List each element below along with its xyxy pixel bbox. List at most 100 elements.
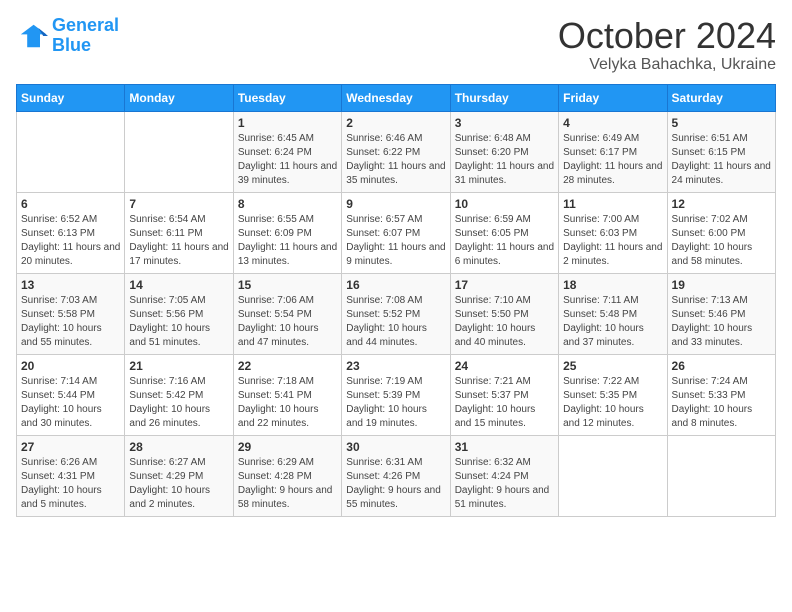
calendar-cell: 4Sunrise: 6:49 AM Sunset: 6:17 PM Daylig… [559, 111, 667, 192]
day-info: Sunrise: 7:08 AM Sunset: 5:52 PM Dayligh… [346, 294, 445, 350]
day-info: Sunrise: 7:13 AM Sunset: 5:46 PM Dayligh… [672, 294, 771, 350]
calendar-cell: 28 Sunrise: 6:27 AM Sunset: 4:29 PM Dayli… [125, 435, 233, 516]
header-cell-tuesday: Tuesday [233, 84, 341, 111]
logo-icon [16, 20, 48, 52]
day-number: 15 [238, 278, 337, 292]
day-info: Sunrise: 6:32 AM Sunset: 4:24 PM Dayligh… [455, 456, 554, 512]
header-cell-friday: Friday [559, 84, 667, 111]
calendar-cell [17, 111, 125, 192]
day-number: 6 [21, 197, 120, 211]
day-number: 16 [346, 278, 445, 292]
day-number: 8 [238, 197, 337, 211]
day-info: Sunrise: 6:27 AM Sunset: 4:29 PM Dayligh… [129, 456, 228, 512]
title-block: October 2024 Velyka Bahachka, Ukraine [558, 16, 776, 74]
calendar-cell: 18Sunrise: 7:11 AM Sunset: 5:48 PM Dayli… [559, 273, 667, 354]
day-info: Sunrise: 7:03 AM Sunset: 5:58 PM Dayligh… [21, 294, 120, 350]
calendar-cell: 11Sunrise: 7:00 AM Sunset: 6:03 PM Dayli… [559, 192, 667, 273]
calendar-cell: 5 Sunrise: 6:51 AM Sunset: 6:15 PM Daylig… [667, 111, 775, 192]
day-info: Sunrise: 7:05 AM Sunset: 5:56 PM Dayligh… [129, 294, 228, 350]
day-number: 26 [672, 359, 771, 373]
day-number: 19 [672, 278, 771, 292]
calendar-cell [559, 435, 667, 516]
day-info: Sunrise: 6:29 AM Sunset: 4:28 PM Dayligh… [238, 456, 337, 512]
week-row-2: 6Sunrise: 6:52 AM Sunset: 6:13 PM Daylig… [17, 192, 776, 273]
calendar-cell: 2 Sunrise: 6:46 AM Sunset: 6:22 PM Daylig… [342, 111, 450, 192]
day-info: Sunrise: 7:16 AM Sunset: 5:42 PM Dayligh… [129, 375, 228, 431]
day-number: 24 [455, 359, 554, 373]
day-number: 23 [346, 359, 445, 373]
header: General Blue October 2024 Velyka Bahachk… [16, 16, 776, 74]
calendar-header: SundayMondayTuesdayWednesdayThursdayFrid… [17, 84, 776, 111]
calendar-cell: 9Sunrise: 6:57 AM Sunset: 6:07 PM Daylig… [342, 192, 450, 273]
day-info: Sunrise: 6:51 AM Sunset: 6:15 PM Dayligh… [672, 132, 771, 188]
calendar-cell: 10Sunrise: 6:59 AM Sunset: 6:05 PM Dayli… [450, 192, 558, 273]
calendar-cell: 6Sunrise: 6:52 AM Sunset: 6:13 PM Daylig… [17, 192, 125, 273]
calendar-cell: 23Sunrise: 7:19 AM Sunset: 5:39 PM Dayli… [342, 354, 450, 435]
day-number: 21 [129, 359, 228, 373]
day-number: 9 [346, 197, 445, 211]
day-info: Sunrise: 6:49 AM Sunset: 6:17 PM Dayligh… [563, 132, 662, 188]
day-info: Sunrise: 7:06 AM Sunset: 5:54 PM Dayligh… [238, 294, 337, 350]
calendar-cell: 26 Sunrise: 7:24 AM Sunset: 5:33 PM Dayli… [667, 354, 775, 435]
day-number: 31 [455, 440, 554, 454]
calendar-cell: 14 Sunrise: 7:05 AM Sunset: 5:56 PM Dayli… [125, 273, 233, 354]
week-row-1: 1Sunrise: 6:45 AM Sunset: 6:24 PM Daylig… [17, 111, 776, 192]
logo: General Blue [16, 16, 119, 56]
day-number: 5 [672, 116, 771, 130]
header-cell-wednesday: Wednesday [342, 84, 450, 111]
calendar-cell: 1Sunrise: 6:45 AM Sunset: 6:24 PM Daylig… [233, 111, 341, 192]
calendar-cell: 31 Sunrise: 6:32 AM Sunset: 4:24 PM Dayli… [450, 435, 558, 516]
day-info: Sunrise: 6:54 AM Sunset: 6:11 PM Dayligh… [129, 213, 228, 269]
calendar-cell: 7 Sunrise: 6:54 AM Sunset: 6:11 PM Daylig… [125, 192, 233, 273]
day-number: 3 [455, 116, 554, 130]
calendar-cell: 13 Sunrise: 7:03 AM Sunset: 5:58 PM Dayli… [17, 273, 125, 354]
header-cell-saturday: Saturday [667, 84, 775, 111]
week-row-3: 13 Sunrise: 7:03 AM Sunset: 5:58 PM Dayli… [17, 273, 776, 354]
day-number: 11 [563, 197, 662, 211]
day-number: 14 [129, 278, 228, 292]
day-number: 29 [238, 440, 337, 454]
day-info: Sunrise: 7:24 AM Sunset: 5:33 PM Dayligh… [672, 375, 771, 431]
calendar-cell: 21 Sunrise: 7:16 AM Sunset: 5:42 PM Dayli… [125, 354, 233, 435]
header-cell-thursday: Thursday [450, 84, 558, 111]
day-number: 2 [346, 116, 445, 130]
day-number: 13 [21, 278, 120, 292]
day-number: 17 [455, 278, 554, 292]
calendar-cell: 3 Sunrise: 6:48 AM Sunset: 6:20 PM Daylig… [450, 111, 558, 192]
day-number: 1 [238, 116, 337, 130]
day-info: Sunrise: 6:59 AM Sunset: 6:05 PM Dayligh… [455, 213, 554, 269]
calendar-cell: 8 Sunrise: 6:55 AM Sunset: 6:09 PM Daylig… [233, 192, 341, 273]
calendar-cell: 22Sunrise: 7:18 AM Sunset: 5:41 PM Dayli… [233, 354, 341, 435]
day-info: Sunrise: 6:31 AM Sunset: 4:26 PM Dayligh… [346, 456, 445, 512]
header-cell-monday: Monday [125, 84, 233, 111]
day-number: 27 [21, 440, 120, 454]
calendar-cell [667, 435, 775, 516]
day-info: Sunrise: 7:14 AM Sunset: 5:44 PM Dayligh… [21, 375, 120, 431]
calendar-cell: 24 Sunrise: 7:21 AM Sunset: 5:37 PM Dayli… [450, 354, 558, 435]
calendar-cell: 16 Sunrise: 7:08 AM Sunset: 5:52 PM Dayli… [342, 273, 450, 354]
calendar-title: October 2024 [558, 16, 776, 56]
day-info: Sunrise: 6:55 AM Sunset: 6:09 PM Dayligh… [238, 213, 337, 269]
day-number: 22 [238, 359, 337, 373]
day-info: Sunrise: 7:21 AM Sunset: 5:37 PM Dayligh… [455, 375, 554, 431]
day-info: Sunrise: 6:48 AM Sunset: 6:20 PM Dayligh… [455, 132, 554, 188]
day-info: Sunrise: 7:02 AM Sunset: 6:00 PM Dayligh… [672, 213, 771, 269]
header-row: SundayMondayTuesdayWednesdayThursdayFrid… [17, 84, 776, 111]
day-number: 30 [346, 440, 445, 454]
calendar-cell: 19 Sunrise: 7:13 AM Sunset: 5:46 PM Dayli… [667, 273, 775, 354]
logo-text: General Blue [52, 16, 119, 56]
day-number: 12 [672, 197, 771, 211]
calendar-cell: 17Sunrise: 7:10 AM Sunset: 5:50 PM Dayli… [450, 273, 558, 354]
calendar-subtitle: Velyka Bahachka, Ukraine [558, 56, 776, 74]
calendar-cell: 12 Sunrise: 7:02 AM Sunset: 6:00 PM Dayli… [667, 192, 775, 273]
day-number: 18 [563, 278, 662, 292]
logo-line1: General [52, 15, 119, 35]
day-number: 7 [129, 197, 228, 211]
day-number: 25 [563, 359, 662, 373]
calendar-body: 1Sunrise: 6:45 AM Sunset: 6:24 PM Daylig… [17, 111, 776, 516]
day-info: Sunrise: 6:46 AM Sunset: 6:22 PM Dayligh… [346, 132, 445, 188]
calendar-cell [125, 111, 233, 192]
calendar-table: SundayMondayTuesdayWednesdayThursdayFrid… [16, 84, 776, 517]
day-number: 28 [129, 440, 228, 454]
logo-line2: Blue [52, 35, 91, 55]
